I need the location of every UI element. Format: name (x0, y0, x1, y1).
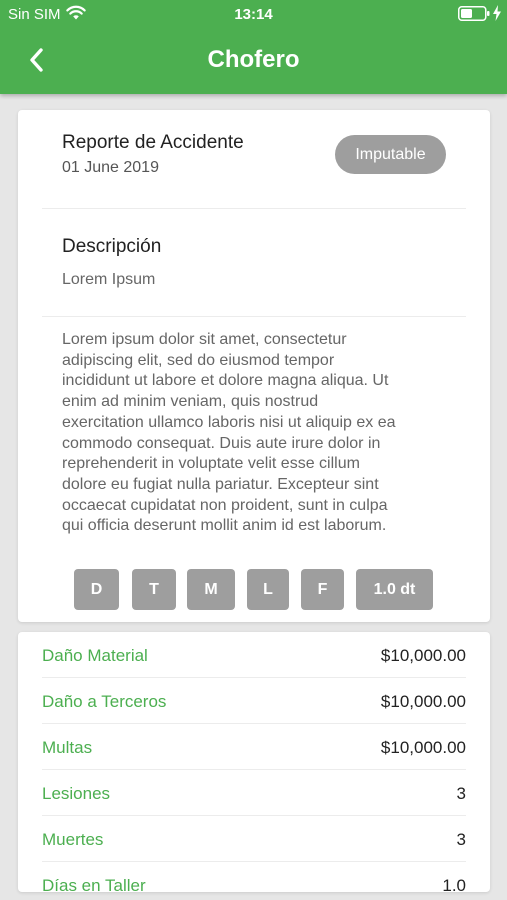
description-subtitle: Lorem Ipsum (62, 271, 156, 288)
cost-label: Daño Material (42, 646, 148, 665)
report-title: Reporte de Accidente (62, 132, 244, 153)
tag-d[interactable]: D (74, 569, 119, 610)
divider (42, 316, 466, 317)
list-item: Daño Material $10,000.00 (42, 632, 466, 678)
status-time: 13:14 (234, 6, 273, 23)
body-line: Lorem ipsum dolor sit amet, consectetur (62, 331, 347, 348)
body-line: dolore eu fugiat nulla pariatur. Excepte… (62, 475, 379, 493)
cost-value: $10,000.00 (380, 692, 466, 711)
body-line: reprehenderit in voluptate velit esse ci… (62, 455, 360, 473)
body-line: enim ad minim veniam, quis nostrud (62, 393, 319, 411)
list-item: Multas $10,000.00 (42, 724, 466, 770)
report-date: 01 June 2019 (62, 159, 159, 176)
description-body: Lorem ipsum dolor sit amet, consectetur … (62, 330, 454, 537)
list-item: Días en Taller 1.0 (42, 862, 466, 892)
body-line: commodo consequat. Duis aute irure dolor… (62, 434, 381, 452)
tag-m[interactable]: M (187, 569, 235, 610)
cost-label: Lesiones (42, 784, 111, 803)
status-badge[interactable]: Imputable (335, 135, 446, 174)
status-bar: Sin SIM 13:14 (0, 0, 507, 28)
list-item: Daño a Terceros $10,000.00 (42, 678, 466, 724)
tag-dt[interactable]: 1.0 dt (356, 569, 433, 610)
app-header: Sin SIM 13:14 Chofero (0, 0, 507, 94)
cost-value: $10,000.00 (380, 646, 466, 665)
body-line: occaecat cupidatat non proident, sunt in… (62, 496, 388, 514)
cost-label: Multas (42, 738, 93, 757)
body-line: adipiscing elit, sed do eiusmod tempor (62, 351, 335, 369)
tag-l[interactable]: L (247, 569, 289, 610)
list-item: Muertes 3 (42, 816, 466, 862)
divider (42, 208, 466, 209)
cost-value: 3 (456, 830, 466, 849)
body-line: exercitation ullamco laboris nisi ut ali… (62, 413, 396, 431)
tag-f[interactable]: F (301, 569, 344, 610)
body-line: incididunt ut labore et dolore magna ali… (62, 372, 389, 390)
cost-value: 3 (456, 784, 466, 803)
cost-value: $10,000.00 (380, 738, 466, 757)
report-card: Reporte de Accidente 01 June 2019 Imputa… (18, 110, 490, 622)
cost-label: Muertes (42, 830, 104, 849)
cost-label: Daño a Terceros (42, 692, 167, 711)
cost-label: Días en Taller (42, 876, 146, 892)
description-heading: Descripción (62, 236, 162, 257)
tag-t[interactable]: T (132, 569, 176, 610)
charging-bolt-icon (493, 5, 501, 21)
costs-card: Daño Material $10,000.00 Daño a Terceros… (18, 632, 490, 892)
list-item: Lesiones 3 (42, 770, 466, 816)
body-line: qui officia deserunt mollit anim id est … (62, 517, 387, 535)
page-title: Chofero (207, 46, 300, 73)
cost-value: 1.0 (442, 876, 466, 892)
battery-icon (458, 6, 490, 21)
